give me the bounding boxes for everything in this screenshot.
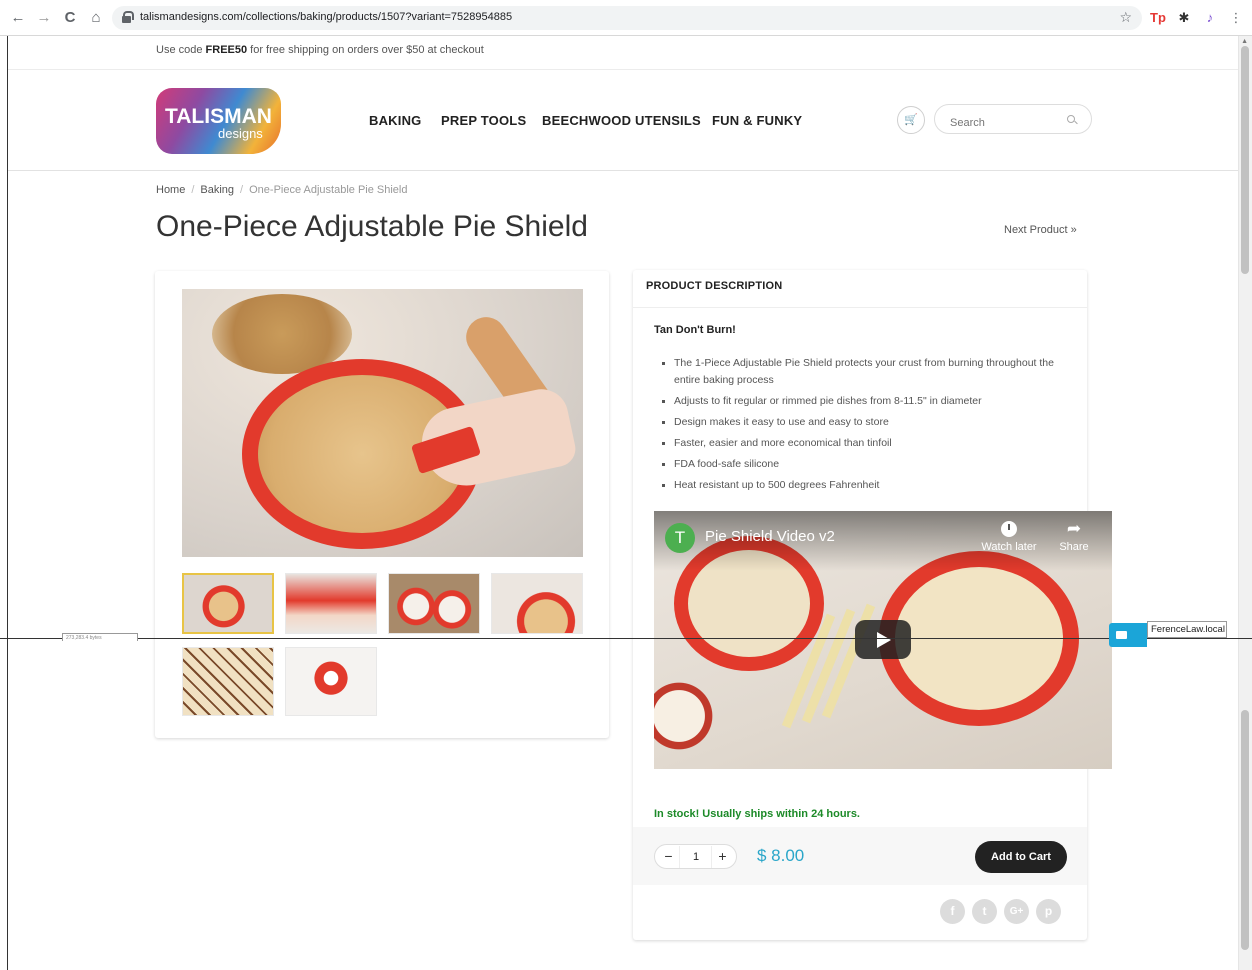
add-to-cart-button[interactable]: Add to Cart xyxy=(975,841,1067,873)
quantity-decrease-button[interactable]: − xyxy=(658,846,680,868)
thumbnail-5[interactable] xyxy=(182,647,274,716)
facebook-share-icon[interactable]: f xyxy=(940,899,965,924)
page-title: One-Piece Adjustable Pie Shield xyxy=(156,210,588,243)
thumbnail-1[interactable] xyxy=(182,573,274,634)
quantity-stepper[interactable]: − 1 + xyxy=(654,844,737,869)
extensions-puzzle-icon[interactable]: ✱ xyxy=(1174,8,1194,28)
list-item: Faster, easier and more economical than … xyxy=(662,435,1072,452)
nav-beechwood-utensils[interactable]: BEECHWOOD UTENSILS xyxy=(542,113,701,128)
google-plus-share-icon[interactable]: G+ xyxy=(1004,899,1029,924)
scrollbar-thumb-lower[interactable] xyxy=(1241,710,1249,950)
reload-button[interactable]: C xyxy=(60,8,80,28)
hover-tooltip: FerenceLaw.local xyxy=(1147,621,1227,638)
address-bar[interactable]: talismandesigns.com/collections/baking/p… xyxy=(112,6,1142,30)
extension-tp-icon[interactable]: Tp xyxy=(1148,8,1168,28)
breadcrumb-baking[interactable]: Baking xyxy=(200,184,234,196)
description-heading: PRODUCT DESCRIPTION xyxy=(646,280,783,292)
thumbnail-6[interactable] xyxy=(285,647,377,716)
extension-music-icon[interactable]: ♪ xyxy=(1200,8,1220,28)
thumbnail-3[interactable] xyxy=(388,573,480,634)
back-button[interactable]: ← xyxy=(8,8,28,28)
breadcrumb-home[interactable]: Home xyxy=(156,184,185,196)
video-title[interactable]: Pie Shield Video v2 xyxy=(705,528,835,545)
breadcrumb-current: One-Piece Adjustable Pie Shield xyxy=(249,184,408,196)
next-product-link[interactable]: Next Product » xyxy=(1004,224,1077,236)
promo-banner: Use code FREE50 for free shipping on ord… xyxy=(156,44,484,56)
contact-tab[interactable] xyxy=(1109,623,1147,647)
product-price: $ 8.00 xyxy=(757,846,805,865)
clock-icon xyxy=(1001,521,1017,537)
list-item: Design makes it easy to use and easy to … xyxy=(662,414,1072,431)
list-item: The 1-Piece Adjustable Pie Shield protec… xyxy=(662,355,1072,389)
watch-later-button[interactable]: Watch later xyxy=(979,521,1039,553)
talisman-logo[interactable]: TALISMAN designs xyxy=(156,88,281,154)
url-text: talismandesigns.com/collections/baking/p… xyxy=(140,11,513,23)
promo-code: FREE50 xyxy=(205,44,248,56)
play-icon[interactable] xyxy=(855,620,911,659)
thumbnail-2[interactable] xyxy=(285,573,377,634)
feature-list: The 1-Piece Adjustable Pie Shield protec… xyxy=(662,355,1072,498)
browser-menu-icon[interactable]: ⋮ xyxy=(1226,8,1246,28)
stock-status: In stock! Usually ships within 24 hours. xyxy=(654,808,860,820)
twitter-share-icon[interactable]: t xyxy=(972,899,997,924)
list-item: Adjusts to fit regular or rimmed pie dis… xyxy=(662,393,1072,410)
overlay-line xyxy=(0,638,1252,639)
nav-baking[interactable]: BAKING xyxy=(369,113,421,128)
list-item: FDA food-safe silicone xyxy=(662,456,1072,473)
product-video-player[interactable]: T Pie Shield Video v2 Watch later ➦ Shar… xyxy=(654,511,1112,769)
nav-prep-tools[interactable]: PREP TOOLS xyxy=(441,113,526,128)
scrollbar-thumb[interactable] xyxy=(1241,46,1249,274)
breadcrumb: Home / Baking / One-Piece Adjustable Pie Shi… xyxy=(156,184,408,196)
home-button[interactable]: ⌂ xyxy=(86,8,106,28)
divider xyxy=(8,69,1238,70)
quantity-value[interactable]: 1 xyxy=(685,851,707,863)
pinterest-share-icon[interactable]: p xyxy=(1036,899,1061,924)
quantity-increase-button[interactable]: + xyxy=(711,846,733,868)
header-divider xyxy=(8,170,1238,171)
search-icon[interactable] xyxy=(1067,115,1075,123)
share-button[interactable]: ➦ Share xyxy=(1044,519,1104,553)
scroll-up-arrow-icon[interactable]: ▲ xyxy=(1241,38,1248,45)
left-overlay-tag: 273,283.4 bytes xyxy=(62,633,138,641)
list-item: Heat resistant up to 500 degrees Fahrenh… xyxy=(662,477,1072,494)
nav-fun-funky[interactable]: FUN & FUNKY xyxy=(712,113,802,128)
mail-icon xyxy=(1116,631,1127,639)
page-left-edge xyxy=(7,36,8,970)
description-tagline: Tan Don't Burn! xyxy=(654,324,736,336)
main-product-image[interactable] xyxy=(182,289,583,557)
browser-toolbar: ← → C ⌂ talismandesigns.com/collections/… xyxy=(0,0,1252,36)
bookmark-star-icon[interactable]: ☆ xyxy=(1119,9,1132,26)
share-icon: ➦ xyxy=(1066,519,1082,538)
channel-avatar[interactable]: T xyxy=(665,523,695,553)
thumbnail-4[interactable] xyxy=(491,573,583,634)
forward-button[interactable]: → xyxy=(34,8,54,28)
divider xyxy=(633,307,1087,308)
lock-icon xyxy=(122,11,134,23)
cart-icon[interactable]: 🛒 xyxy=(897,106,925,134)
